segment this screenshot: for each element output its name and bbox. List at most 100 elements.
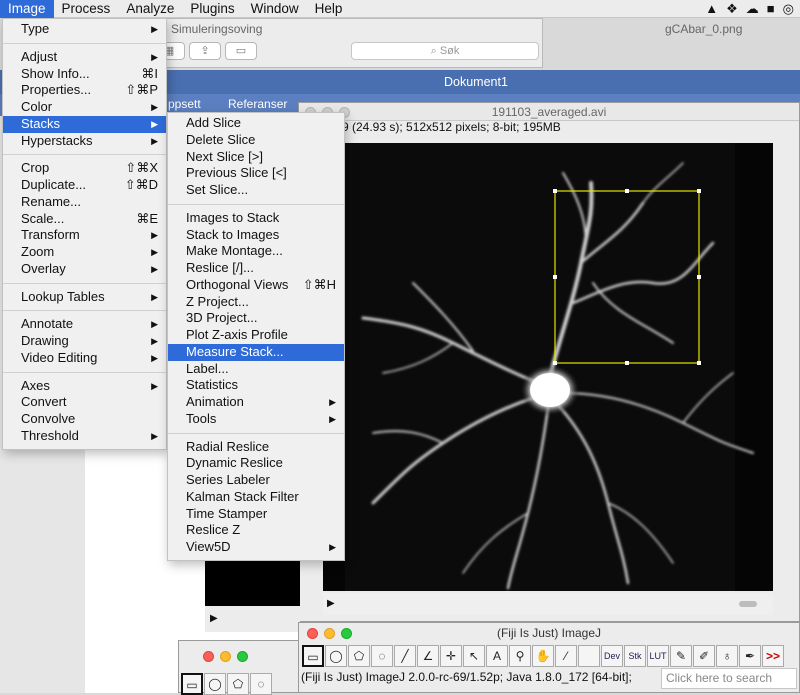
lut-tool[interactable]: LUT xyxy=(647,645,669,667)
menu-image[interactable]: Image xyxy=(0,0,54,18)
menu-item-crop[interactable]: Crop ⇧⌘X xyxy=(3,160,166,177)
menu-item-video-editing[interactable]: Video Editing ▶ xyxy=(3,350,166,367)
menu-item-kalman-stack-filter[interactable]: Kalman Stack Filter xyxy=(168,489,344,506)
menu-item-dynamic-reslice[interactable]: Dynamic Reslice xyxy=(168,455,344,472)
menu-item-previous-slice[interactable]: Previous Slice [<] xyxy=(168,165,344,182)
menu-item-make-montage[interactable]: Make Montage... xyxy=(168,243,344,260)
menu-window[interactable]: Window xyxy=(243,0,307,18)
menu-item-reslice-z[interactable]: Reslice Z xyxy=(168,522,344,539)
menu-item-annotate[interactable]: Annotate ▶ xyxy=(3,316,166,333)
menu-item-properties[interactable]: Properties... ⇧⌘P xyxy=(3,82,166,99)
tag-icon[interactable]: ▭ xyxy=(225,42,257,60)
menu-item-stacks[interactable]: Stacks ▶ xyxy=(3,115,166,133)
pen-tool[interactable]: ✒ xyxy=(739,645,761,667)
dropbox-icon[interactable]: ❖ xyxy=(726,1,738,17)
text-tool[interactable]: A xyxy=(486,645,508,667)
angle-tool[interactable]: ∠ xyxy=(417,645,439,667)
hand-tool[interactable]: ✋ xyxy=(532,645,554,667)
freehand-tool[interactable]: ◌ xyxy=(371,645,393,667)
zoom-button[interactable] xyxy=(341,628,352,639)
menu-item-view5d[interactable]: View5D ▶ xyxy=(168,539,344,556)
secondary-slider[interactable]: ▶ xyxy=(205,606,300,632)
oval-tool[interactable]: ◯ xyxy=(204,673,226,695)
close-button[interactable] xyxy=(307,628,318,639)
menu-item-series-labeler[interactable]: Series Labeler xyxy=(168,472,344,489)
menu-item-add-slice[interactable]: Add Slice xyxy=(168,115,344,132)
menu-help[interactable]: Help xyxy=(307,0,351,18)
creative-cloud-icon[interactable]: ◎ xyxy=(783,1,794,17)
cloud-icon[interactable]: ☁ xyxy=(746,1,759,17)
menu-item-label[interactable]: Label... xyxy=(168,361,344,378)
close-button[interactable] xyxy=(203,651,214,662)
flood-fill-tool[interactable]: ♁ xyxy=(716,645,738,667)
menu-item-orthogonal-views[interactable]: Orthogonal Views ⇧⌘H xyxy=(168,277,344,294)
point-tool[interactable]: ✛ xyxy=(440,645,462,667)
magnifier-tool[interactable]: ⚲ xyxy=(509,645,531,667)
rectangle-tool[interactable]: ▭ xyxy=(181,673,203,695)
menu-item-3d-project[interactable]: 3D Project... xyxy=(168,310,344,327)
slider-thumb[interactable] xyxy=(739,601,757,607)
pencil-tool[interactable]: ✎ xyxy=(670,645,692,667)
finder-search-input[interactable]: ⌕ Søk xyxy=(351,42,539,60)
ribbon-tab-references[interactable]: Referanser xyxy=(228,97,287,111)
menu-process[interactable]: Process xyxy=(54,0,119,18)
more-tools-button[interactable]: >> xyxy=(762,645,784,667)
polygon-tool[interactable]: ⬠ xyxy=(227,673,249,695)
menu-item-measure-stack[interactable]: Measure Stack... xyxy=(168,343,344,361)
play-icon[interactable]: ▶ xyxy=(210,613,218,624)
stk-tool[interactable]: Stk xyxy=(624,645,646,667)
play-icon[interactable]: ▶ xyxy=(327,598,335,609)
brush-tool[interactable]: ✐ xyxy=(693,645,715,667)
menu-item-overlay[interactable]: Overlay ▶ xyxy=(3,261,166,278)
blank-tool[interactable] xyxy=(578,645,600,667)
menu-item-radial-reslice[interactable]: Radial Reslice xyxy=(168,439,344,456)
menu-analyze[interactable]: Analyze xyxy=(118,0,182,18)
menu-item-adjust[interactable]: Adjust ▶ xyxy=(3,49,166,66)
menu-item-lookup-tables[interactable]: Lookup Tables ▶ xyxy=(3,289,166,306)
menu-item-color[interactable]: Color ▶ xyxy=(3,99,166,116)
imagej-search-input[interactable]: Click here to search xyxy=(661,668,797,689)
menu-item-plot-z-axis-profile[interactable]: Plot Z-axis Profile xyxy=(168,327,344,344)
menu-item-time-stamper[interactable]: Time Stamper xyxy=(168,506,344,523)
zoom-button[interactable] xyxy=(237,651,248,662)
dropper-tool[interactable]: ⁄ xyxy=(555,645,577,667)
line-tool[interactable]: ╱ xyxy=(394,645,416,667)
dev-tool[interactable]: Dev xyxy=(601,645,623,667)
menu-item-type[interactable]: Type ▶ xyxy=(3,21,166,38)
menu-item-stack-to-images[interactable]: Stack to Images xyxy=(168,227,344,244)
menu-item-threshold[interactable]: Threshold ▶ xyxy=(3,428,166,445)
menu-item-tools[interactable]: Tools ▶ xyxy=(168,411,344,428)
menu-item-images-to-stack[interactable]: Images to Stack xyxy=(168,210,344,227)
minimize-button[interactable] xyxy=(324,628,335,639)
menu-item-transform[interactable]: Transform ▶ xyxy=(3,227,166,244)
menu-item-convolve[interactable]: Convolve xyxy=(3,411,166,428)
minimize-button[interactable] xyxy=(220,651,231,662)
menu-item-duplicate[interactable]: Duplicate... ⇧⌘D xyxy=(3,177,166,194)
menu-item-drawing[interactable]: Drawing ▶ xyxy=(3,333,166,350)
menu-item-axes[interactable]: Axes ▶ xyxy=(3,378,166,395)
menu-item-convert[interactable]: Convert xyxy=(3,394,166,411)
ribbon-tab-layout[interactable]: ppsett xyxy=(168,97,201,111)
menu-plugins[interactable]: Plugins xyxy=(182,0,242,18)
menu-item-statistics[interactable]: Statistics xyxy=(168,377,344,394)
menu-item-delete-slice[interactable]: Delete Slice xyxy=(168,132,344,149)
menu-item-next-slice[interactable]: Next Slice [>] xyxy=(168,149,344,166)
menu-item-z-project[interactable]: Z Project... xyxy=(168,294,344,311)
vlc-icon[interactable]: ▲ xyxy=(705,1,718,17)
menu-item-reslice[interactable]: Reslice [/]... xyxy=(168,260,344,277)
menu-item-zoom[interactable]: Zoom ▶ xyxy=(3,244,166,261)
freehand-tool[interactable]: ◌ xyxy=(250,673,272,695)
rectangle-tool[interactable]: ▭ xyxy=(302,645,324,667)
menu-item-animation[interactable]: Animation ▶ xyxy=(168,394,344,411)
backup-icon[interactable]: ■ xyxy=(767,1,775,17)
menu-item-show-info[interactable]: Show Info... ⌘I xyxy=(3,66,166,83)
image-canvas[interactable] xyxy=(323,143,773,591)
share-icon[interactable]: ⇪ xyxy=(189,42,221,60)
oval-tool[interactable]: ◯ xyxy=(325,645,347,667)
menu-item-rename[interactable]: Rename... xyxy=(3,194,166,211)
menu-item-hyperstacks[interactable]: Hyperstacks ▶ xyxy=(3,133,166,150)
wand-tool[interactable]: ↖ xyxy=(463,645,485,667)
menu-item-scale[interactable]: Scale... ⌘E xyxy=(3,211,166,228)
polygon-tool[interactable]: ⬠ xyxy=(348,645,370,667)
menu-item-set-slice[interactable]: Set Slice... xyxy=(168,182,344,199)
